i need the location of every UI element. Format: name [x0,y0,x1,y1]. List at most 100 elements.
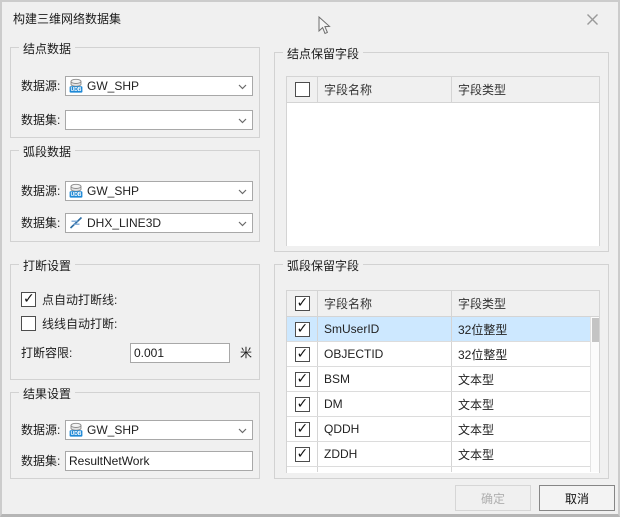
checkbox-label: 线线自动打断: [42,315,117,332]
ok-button[interactable]: 确定 [455,485,531,511]
udb-datasource-icon: UDB [68,422,84,438]
row-checkbox[interactable] [295,372,310,387]
row-checkbox-cell[interactable] [287,442,317,466]
table-row-partial [287,467,599,472]
datasource-label: 数据源: [21,420,60,440]
row-checkbox[interactable] [295,397,310,412]
column-header-field-name: 字段名称 [317,291,451,316]
select-all-checkbox[interactable] [295,296,310,311]
mouse-cursor [318,16,331,38]
row-checkbox-cell[interactable] [287,367,317,391]
table-row[interactable]: OBJECTID 32位整型 [287,342,599,367]
select-all-checkbox[interactable] [295,82,310,97]
field-name-cell: BSM [317,367,451,391]
group-arc-data: 弧段数据 数据源: UDB GW_SHP 数据集: DHX_LINE3D [10,150,260,242]
combobox-value: DHX_LINE3D [87,216,161,230]
row-checkbox[interactable] [295,422,310,437]
dataset-label: 数据集: [21,213,60,233]
table-header: 字段名称 字段类型 [287,77,599,103]
combobox-value: GW_SHP [87,423,139,437]
field-name-cell: QDDH [317,417,451,441]
group-arc-reserved-fields: 弧段保留字段 字段名称 字段类型 SmUserID 32位整型 OBJECTID… [274,264,609,479]
group-break-settings: 打断设置 点自动打断线: 线线自动打断: 打断容限: 米 [10,264,260,380]
field-name-cell: DM [317,392,451,416]
line3d-dataset-icon [68,215,84,231]
chevron-down-icon [238,428,247,434]
close-icon[interactable] [584,11,600,27]
table-header: 字段名称 字段类型 [287,291,599,317]
node-datasource-combobox[interactable]: UDB GW_SHP [65,76,253,96]
datasource-label: 数据源: [21,181,60,201]
svg-text:UDB: UDB [71,431,82,437]
row-checkbox[interactable] [295,447,310,462]
combobox-value: GW_SHP [87,79,139,93]
column-header-field-type: 字段类型 [451,77,599,102]
chevron-down-icon [238,118,247,124]
scrollbar-thumb[interactable] [592,318,599,342]
dialog-title: 构建三维网络数据集 [13,10,121,27]
field-type-cell: 32位整型 [451,342,599,366]
table-row[interactable]: DM 文本型 [287,392,599,417]
group-node-data: 结点数据 数据源: UDB GW_SHP 数据集: [10,47,260,138]
header-checkbox-cell[interactable] [287,77,317,102]
tolerance-input[interactable] [130,343,230,363]
table-body-empty [287,103,599,246]
field-type-cell: 32位整型 [451,317,599,341]
datasource-label: 数据源: [21,76,60,96]
header-checkbox-cell[interactable] [287,291,317,316]
table-row[interactable]: BSM 文本型 [287,367,599,392]
result-dataset-input[interactable] [65,451,253,471]
combobox-value: GW_SHP [87,184,139,198]
group-title: 弧段保留字段 [283,257,363,274]
row-checkbox-cell[interactable] [287,342,317,366]
tolerance-unit: 米 [240,343,252,363]
group-title: 结果设置 [19,385,75,402]
table-row[interactable]: QDDH 文本型 [287,417,599,442]
row-checkbox[interactable] [295,347,310,362]
table-body: SmUserID 32位整型 OBJECTID 32位整型 BSM 文本型 DM… [287,317,599,473]
checkbox-label: 点自动打断线: [42,291,117,308]
point-break-checkbox[interactable] [21,292,36,307]
group-title: 弧段数据 [19,143,75,160]
column-header-field-type: 字段类型 [451,291,599,316]
field-name-cell: SmUserID [317,317,451,341]
build-3d-network-dataset-dialog: 构建三维网络数据集 结点数据 数据源: UDB GW_SHP [0,0,620,517]
result-datasource-combobox[interactable]: UDB GW_SHP [65,420,253,440]
column-header-field-name: 字段名称 [317,77,451,102]
arc-dataset-combobox[interactable]: DHX_LINE3D [65,213,253,233]
row-checkbox-cell[interactable] [287,317,317,341]
group-title: 打断设置 [19,257,75,274]
group-result-settings: 结果设置 数据源: UDB GW_SHP 数据集: [10,392,260,479]
field-name-cell: OBJECTID [317,342,451,366]
vertical-scrollbar[interactable] [590,317,599,472]
field-name-cell: ZDDH [317,442,451,466]
udb-datasource-icon: UDB [68,183,84,199]
table-row[interactable]: ZDDH 文本型 [287,442,599,467]
field-type-cell: 文本型 [451,367,599,391]
field-type-cell: 文本型 [451,417,599,441]
field-type-cell: 文本型 [451,392,599,416]
point-break-checkbox-row[interactable]: 点自动打断线: [21,290,117,308]
chevron-down-icon [238,84,247,90]
svg-text:UDB: UDB [71,87,82,93]
tolerance-label: 打断容限: [21,343,72,363]
arc-fields-table: 字段名称 字段类型 SmUserID 32位整型 OBJECTID 32位整型 … [286,290,600,473]
table-row[interactable]: SmUserID 32位整型 [287,317,599,342]
node-dataset-combobox[interactable] [65,110,253,130]
dataset-label: 数据集: [21,110,60,130]
chevron-down-icon [238,221,247,227]
line-break-checkbox-row[interactable]: 线线自动打断: [21,314,117,332]
cancel-button[interactable]: 取消 [539,485,615,511]
chevron-down-icon [238,189,247,195]
line-break-checkbox[interactable] [21,316,36,331]
dataset-label: 数据集: [21,451,60,471]
row-checkbox[interactable] [295,322,310,337]
arc-datasource-combobox[interactable]: UDB GW_SHP [65,181,253,201]
field-type-cell: 文本型 [451,442,599,466]
svg-text:UDB: UDB [71,192,82,198]
group-title: 结点保留字段 [283,45,363,62]
node-fields-table: 字段名称 字段类型 [286,76,600,246]
row-checkbox-cell[interactable] [287,417,317,441]
group-node-reserved-fields: 结点保留字段 字段名称 字段类型 [274,52,609,252]
row-checkbox-cell[interactable] [287,392,317,416]
